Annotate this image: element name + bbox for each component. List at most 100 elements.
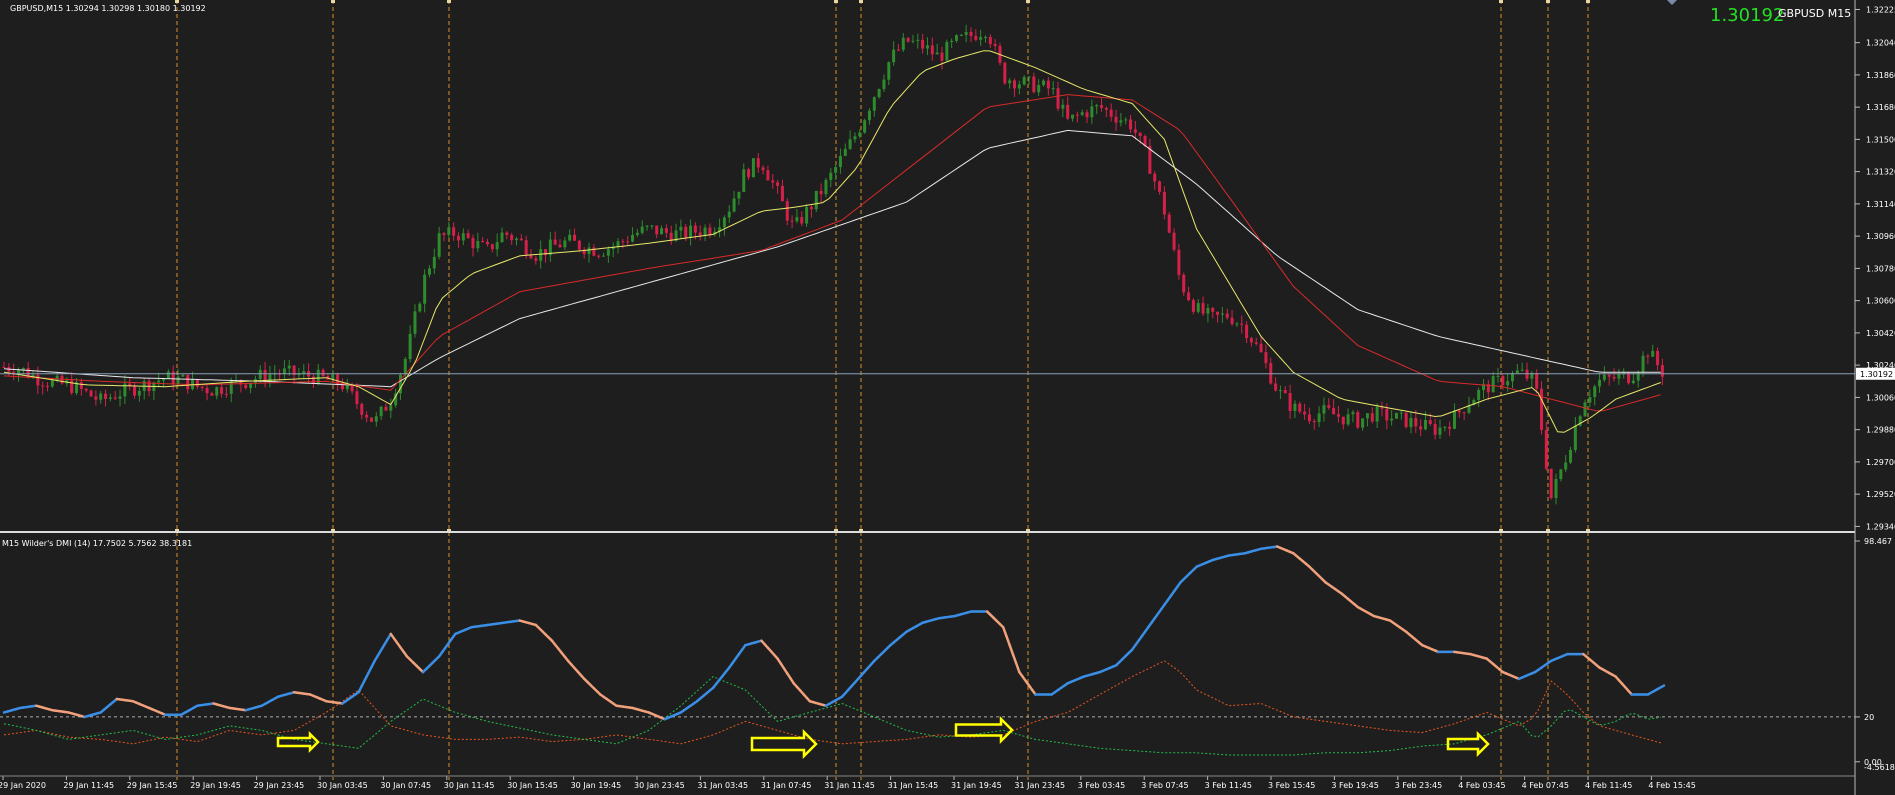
candle-body bbox=[1085, 112, 1089, 118]
candle-body bbox=[1535, 372, 1539, 389]
candle-body bbox=[795, 217, 799, 222]
candle-body bbox=[1100, 105, 1104, 108]
candle-body bbox=[1288, 393, 1292, 411]
candle-body bbox=[751, 158, 755, 178]
candle-body bbox=[602, 255, 606, 257]
trading-chart[interactable]: 1.32225 1.32040 1.31860 1.31680 1.31500 1.313… bbox=[0, 0, 1895, 795]
candle-body bbox=[1559, 469, 1563, 480]
time-tick-label: 3 Feb 23:45 bbox=[1395, 781, 1442, 790]
candle-body bbox=[824, 179, 828, 195]
candle-body bbox=[1003, 62, 1007, 84]
candle-body bbox=[1602, 374, 1606, 380]
candle-body bbox=[660, 228, 664, 235]
candle-body bbox=[1172, 232, 1176, 250]
indicator-tick-label: 98.467 bbox=[1864, 537, 1892, 546]
candle-body bbox=[1607, 374, 1611, 377]
price-tick-label: 1.30780 bbox=[1866, 264, 1895, 273]
indicator-bottom-label: -4.5618 bbox=[1864, 763, 1895, 772]
candle-body bbox=[684, 226, 688, 238]
candle-body bbox=[1506, 381, 1510, 386]
candle-body bbox=[945, 41, 949, 61]
price-tick-label: 1.29700 bbox=[1866, 458, 1895, 467]
price-tick-label: 1.32225 bbox=[1866, 5, 1895, 14]
chart-background bbox=[0, 0, 1895, 795]
candle-body bbox=[626, 241, 630, 243]
candle-body bbox=[1264, 352, 1268, 364]
candle-body bbox=[287, 365, 291, 369]
candle-body bbox=[539, 249, 543, 261]
candle-body bbox=[1191, 300, 1195, 312]
candle-body bbox=[693, 225, 697, 233]
candle-body bbox=[727, 211, 731, 218]
candle-body bbox=[186, 374, 190, 390]
candle-body bbox=[510, 234, 514, 241]
candle-body bbox=[737, 191, 741, 199]
candle-body bbox=[1317, 413, 1321, 423]
candle-body bbox=[1462, 412, 1466, 414]
price-tick-label: 1.30420 bbox=[1866, 329, 1895, 338]
candle-body bbox=[1511, 373, 1515, 382]
candle-body bbox=[452, 227, 456, 236]
candle-body bbox=[756, 158, 760, 168]
price-tick-label: 1.31140 bbox=[1866, 200, 1895, 209]
candle-body bbox=[427, 268, 431, 275]
candle-body bbox=[959, 34, 963, 36]
session-marker bbox=[859, 0, 863, 3]
candle-body bbox=[1419, 426, 1423, 430]
candle-body bbox=[911, 40, 915, 42]
candle-body bbox=[166, 371, 170, 379]
candle-body bbox=[635, 232, 639, 235]
candle-body bbox=[1075, 114, 1079, 116]
candle-body bbox=[224, 393, 228, 395]
symbol-info: GBPUSD,M15 1.30294 1.30298 1.30180 1.301… bbox=[10, 4, 206, 13]
time-tick-label: 30 Jan 23:45 bbox=[634, 781, 685, 790]
candle-body bbox=[104, 393, 108, 399]
candle-body bbox=[1390, 418, 1394, 421]
price-tick-label: 1.30060 bbox=[1866, 393, 1895, 402]
candle-body bbox=[418, 303, 422, 312]
candle-body bbox=[829, 172, 833, 180]
candle-body bbox=[519, 238, 523, 241]
candle-body bbox=[1540, 388, 1544, 431]
candle-body bbox=[1365, 413, 1369, 419]
candle-body bbox=[983, 37, 987, 39]
candle-body bbox=[55, 375, 59, 381]
candle-body bbox=[577, 240, 581, 250]
candle-body bbox=[1196, 303, 1200, 312]
candle-body bbox=[1341, 416, 1345, 425]
candle-body bbox=[423, 274, 427, 304]
candle-body bbox=[1322, 405, 1326, 414]
candle-body bbox=[1409, 417, 1413, 428]
candle-body bbox=[597, 255, 601, 257]
price-tick-label: 1.32040 bbox=[1866, 39, 1895, 48]
candle-body bbox=[790, 220, 794, 222]
time-tick-label: 31 Jan 03:45 bbox=[697, 781, 748, 790]
session-marker bbox=[1026, 0, 1030, 3]
candle-body bbox=[722, 217, 726, 228]
candle-body bbox=[901, 37, 905, 50]
candle-body bbox=[413, 311, 417, 334]
candle-body bbox=[1211, 308, 1215, 312]
time-tick-label: 29 Jan 2020 bbox=[0, 781, 46, 790]
session-marker bbox=[331, 0, 335, 3]
candle-body bbox=[964, 32, 968, 35]
candle-body bbox=[1245, 324, 1249, 339]
candle-body bbox=[573, 234, 577, 241]
candle-body bbox=[776, 182, 780, 186]
candle-body bbox=[655, 225, 659, 235]
candle-body bbox=[1332, 407, 1336, 415]
candle-body bbox=[1080, 112, 1084, 115]
time-tick-label: 30 Jan 19:45 bbox=[571, 781, 622, 790]
candle-body bbox=[1037, 85, 1041, 93]
candle-body bbox=[853, 136, 857, 140]
candle-body bbox=[1457, 410, 1461, 413]
candle-body bbox=[244, 384, 248, 389]
candle-body bbox=[785, 201, 789, 221]
candle-body bbox=[1477, 390, 1481, 400]
candle-body bbox=[215, 387, 219, 396]
adx-segment bbox=[1659, 684, 1666, 689]
candle-body bbox=[495, 242, 499, 250]
candle-body bbox=[848, 139, 852, 149]
candle-body bbox=[41, 385, 45, 387]
candle-body bbox=[157, 380, 161, 383]
